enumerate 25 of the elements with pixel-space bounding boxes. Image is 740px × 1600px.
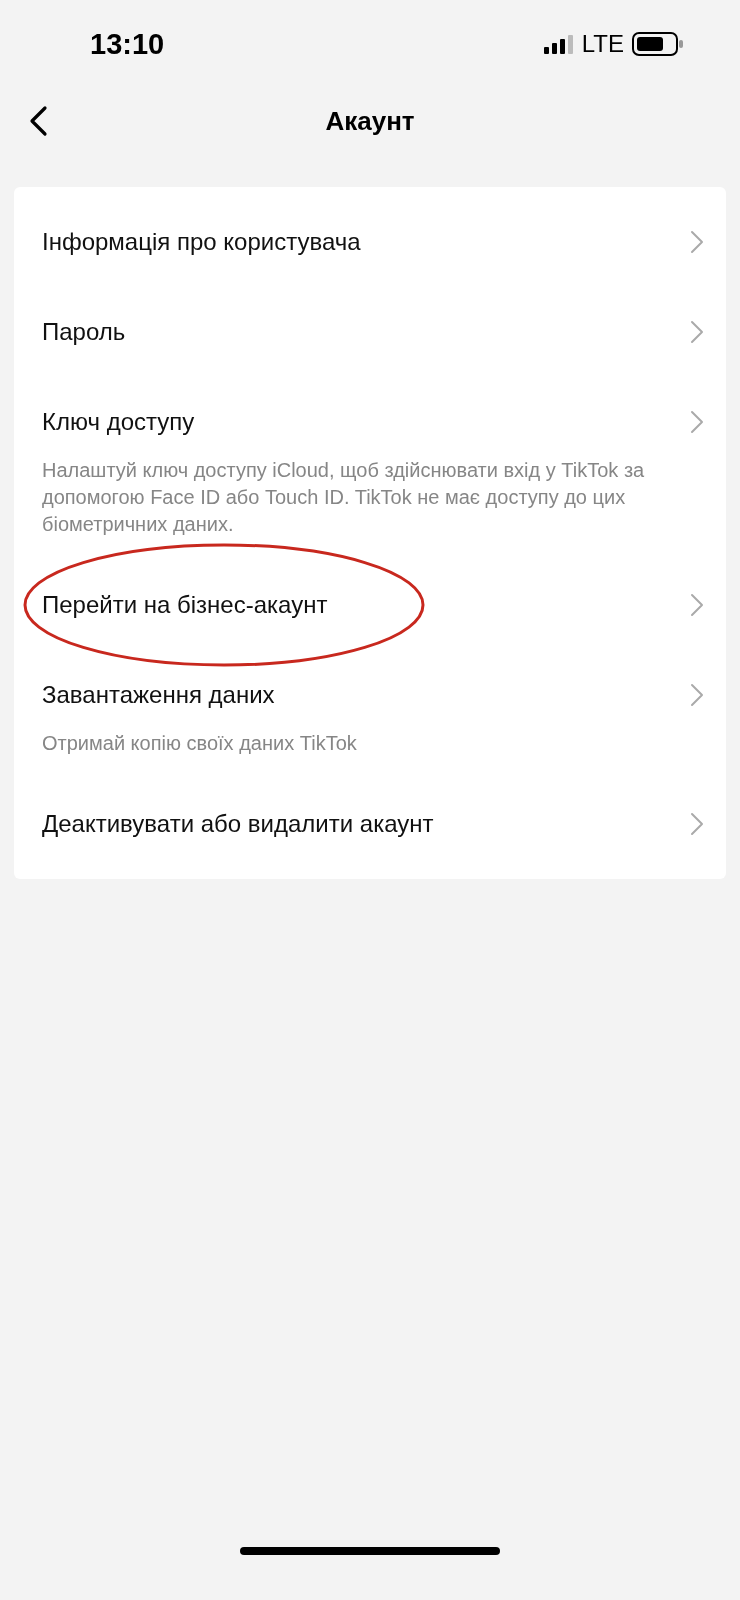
chevron-icon <box>690 320 704 344</box>
chevron-icon <box>690 812 704 836</box>
item-title: Інформація про користувача <box>42 228 361 256</box>
chevron-icon <box>690 410 704 434</box>
chevron-icon <box>690 230 704 254</box>
settings-item[interactable]: Пароль <box>42 287 704 377</box>
item-description: Отримай копію своїх даних TikTok <box>42 731 358 756</box>
settings-item[interactable]: Деактивувати або видалити акаунт <box>42 779 704 869</box>
status-time: 13:10 <box>90 27 165 61</box>
battery-icon <box>632 32 684 56</box>
item-description: Налаштуй ключ доступу iCloud, щоб здійснювати вхід у TikTok за допомогою Face ID або Touch ID. TikTok не має доступу до цих біометричних даних. <box>42 458 646 537</box>
chevron-icon <box>690 683 704 707</box>
network-label: LTE <box>581 30 624 58</box>
chevron-icon <box>690 593 704 617</box>
settings-item[interactable]: Завантаження даних Отримай копію своїх даних TikTok <box>42 650 704 779</box>
item-title: Завантаження даних <box>42 681 275 709</box>
item-title: Деактивувати або видалити акаунт <box>42 810 434 838</box>
settings-item[interactable]: Перейти на бізнес-акаунт <box>42 560 704 650</box>
item-title: Ключ доступу <box>42 408 195 436</box>
settings-item[interactable]: Інформація про користувача <box>42 197 704 287</box>
signal-icon <box>543 34 574 54</box>
settings-item[interactable]: Ключ доступу Налаштуй ключ доступу iCloud, щоб здійснювати вхід у TikTok за допомогою Face ID або Touch ID. TikTok не має доступу до цих біометричних даних. <box>42 377 704 560</box>
item-title: Перейти на бізнес-акаунт <box>42 591 328 619</box>
item-title: Пароль <box>42 318 126 346</box>
page-title: Акаунт <box>325 105 415 137</box>
